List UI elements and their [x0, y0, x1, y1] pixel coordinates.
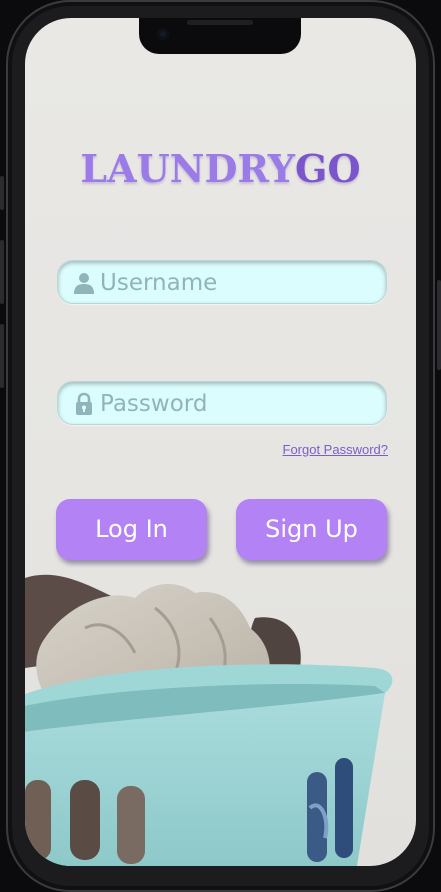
password-placeholder: Password: [100, 391, 208, 417]
laundry-basket-image: [25, 574, 393, 866]
earpiece-speaker: [187, 20, 253, 25]
power-button: [437, 280, 441, 370]
mute-switch: [0, 176, 4, 210]
lock-icon: [76, 392, 92, 415]
forgot-password-link[interactable]: Forgot Password?: [283, 442, 389, 457]
username-field[interactable]: Username: [57, 260, 387, 304]
volume-down-button: [0, 324, 4, 388]
password-field[interactable]: Password: [57, 381, 387, 425]
logo-text-go: GO: [295, 146, 361, 191]
front-camera: [157, 28, 169, 40]
app-logo: LAUNDRYGO: [25, 146, 416, 191]
person-icon: [74, 273, 94, 294]
login-screen: LAUNDRYGO Username Password Forgot Passw…: [25, 18, 416, 866]
camera-notch: [139, 18, 301, 54]
signup-button[interactable]: Sign Up: [236, 499, 387, 560]
login-button[interactable]: Log In: [56, 499, 207, 560]
username-placeholder: Username: [100, 270, 218, 296]
volume-up-button: [0, 240, 4, 304]
logo-text-laundry: LAUNDRY: [80, 146, 295, 191]
